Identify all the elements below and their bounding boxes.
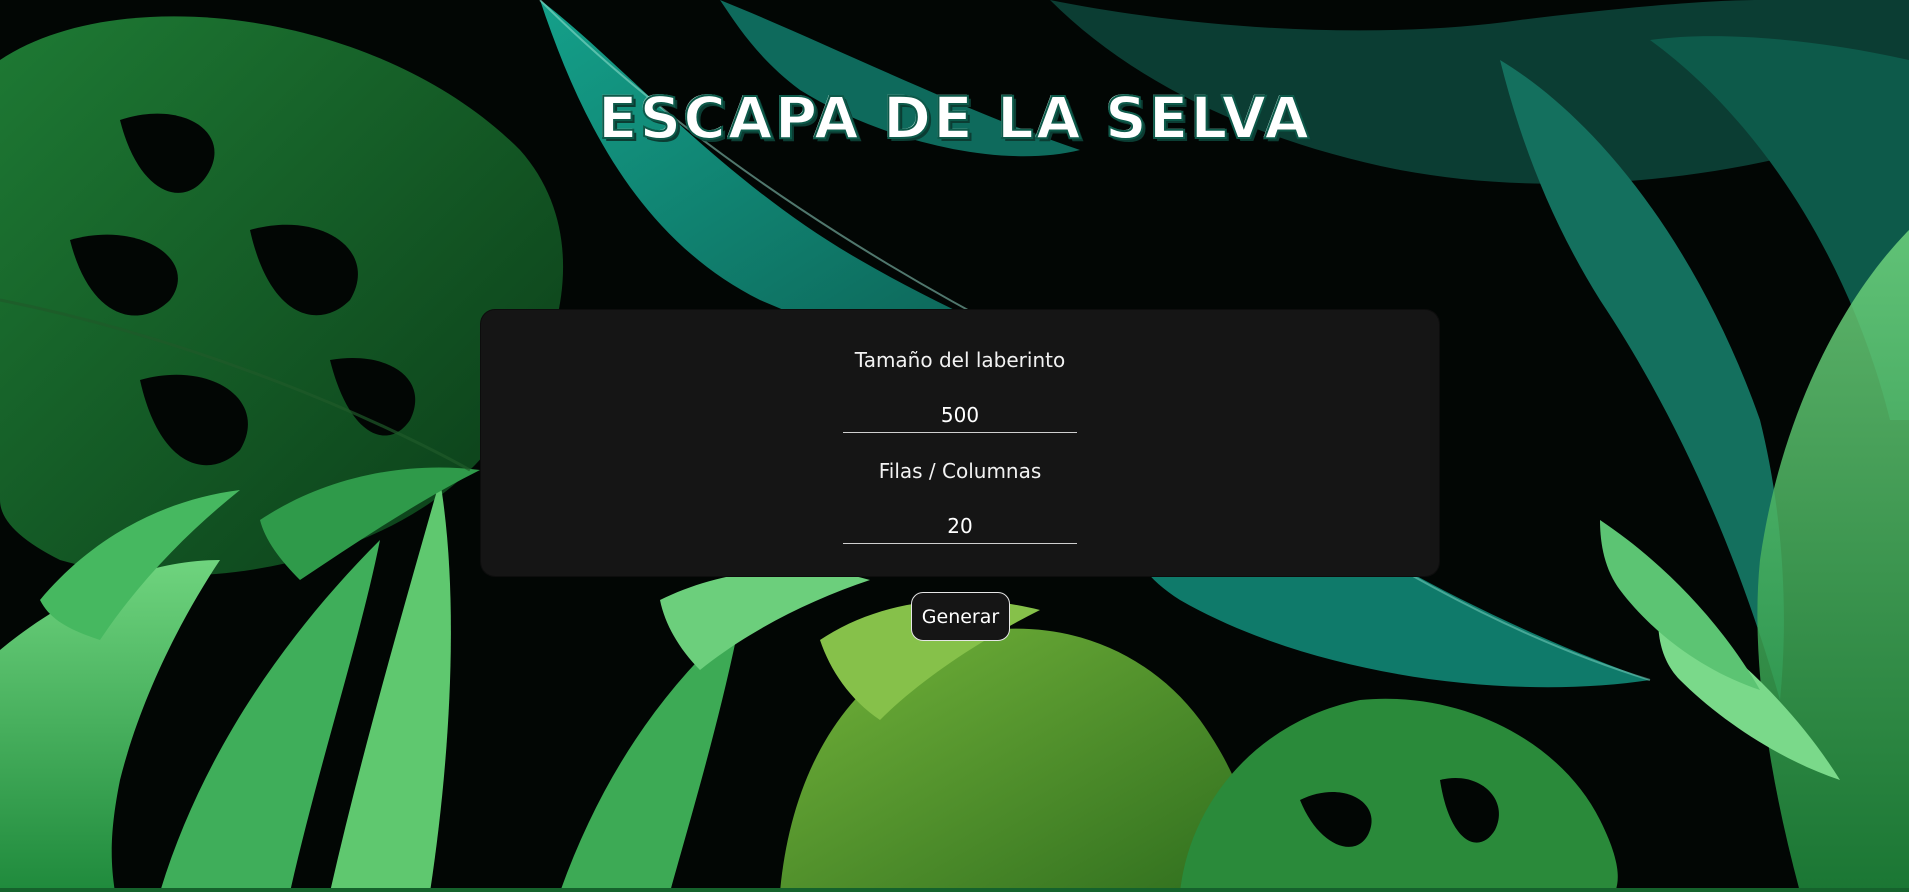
rows-columns-input[interactable] (843, 509, 1077, 544)
bottom-edge-strip (0, 888, 1909, 892)
page-title: ESCAPA DE LA SELVA (597, 83, 1312, 153)
maze-size-input[interactable] (843, 398, 1077, 433)
maze-size-label: Tamaño del laberinto (854, 348, 1066, 372)
generate-button[interactable]: Generar (911, 592, 1010, 641)
rows-columns-label: Filas / Columnas (878, 459, 1042, 483)
maze-settings-panel: Tamaño del laberinto Filas / Columnas (481, 310, 1439, 576)
app-page: ESCAPA DE LA SELVA Tamaño del laberinto … (0, 0, 1909, 892)
